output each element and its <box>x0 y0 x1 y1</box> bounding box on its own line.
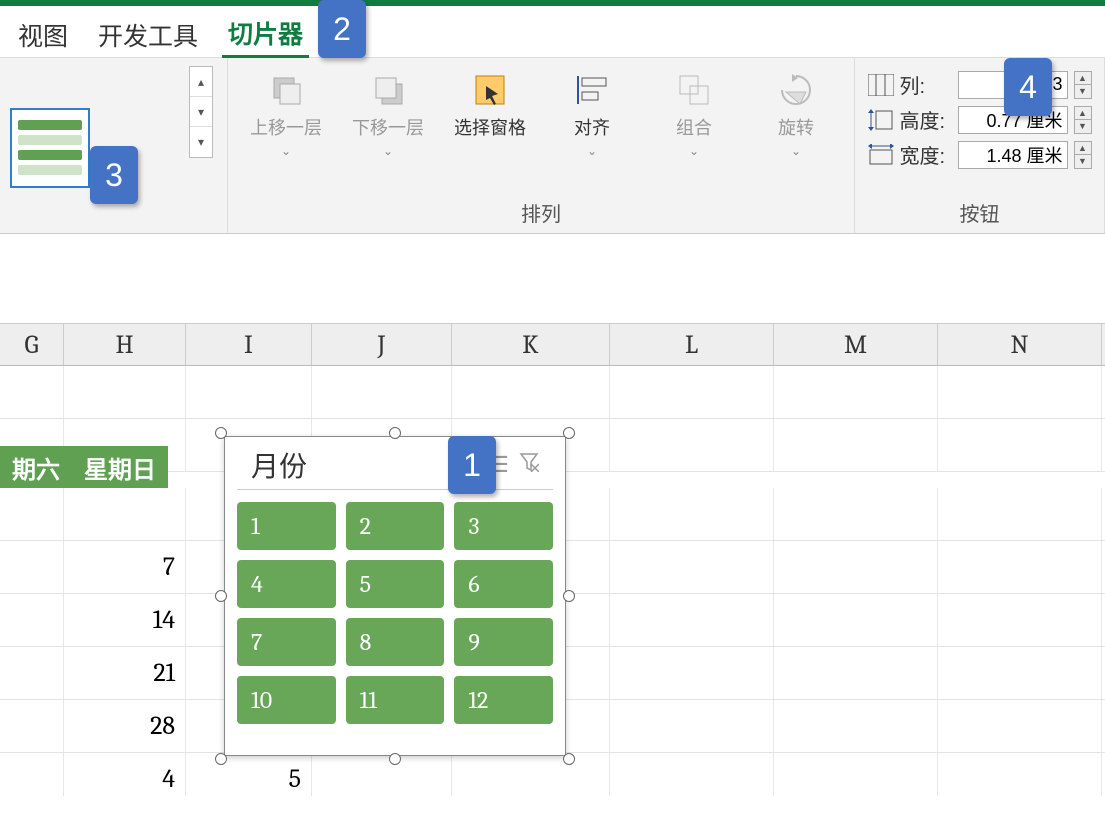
columns-icon <box>868 74 894 96</box>
annotation-callout-3: 3 <box>90 146 138 204</box>
styles-scroll-up[interactable]: ▴ <box>190 67 212 97</box>
month-slicer[interactable]: 月份 ☰ 1 2 3 4 5 6 7 8 9 10 11 12 <box>224 436 566 756</box>
send-backward-label: 下移一层 <box>352 114 424 140</box>
slicer-style-thumbnail[interactable] <box>10 108 90 188</box>
selection-pane-icon <box>470 70 510 110</box>
tab-view[interactable]: 视图 <box>12 13 74 57</box>
slicer-item-9[interactable]: 9 <box>454 618 553 666</box>
col-header-j[interactable]: J <box>312 324 452 365</box>
cell-h-r5[interactable]: 28 <box>64 700 186 752</box>
slicer-item-2[interactable]: 2 <box>346 502 445 550</box>
cell-h-r3[interactable]: 14 <box>64 594 186 646</box>
cell-h-r4[interactable]: 21 <box>64 647 186 699</box>
rotate-icon <box>776 70 816 110</box>
chevron-down-icon: ⌄ <box>689 144 699 158</box>
styles-scroll: ▴ ▾ ▾ <box>189 66 213 158</box>
ribbon-tabs: 视图 开发工具 切片器 <box>0 6 1105 58</box>
weekday-sat: 期六 <box>0 450 72 485</box>
slicer-header: 月份 ☰ <box>237 437 553 490</box>
col-header-i[interactable]: I <box>186 324 312 365</box>
align-label: 对齐 <box>574 114 610 140</box>
send-backward-button: 下移一层 ⌄ <box>348 70 428 158</box>
bring-forward-button: 上移一层 ⌄ <box>246 70 326 158</box>
button-group-label: 按钮 <box>960 194 1000 229</box>
chevron-down-icon: ⌄ <box>281 144 291 158</box>
width-spinner[interactable]: ▲▼ <box>1074 141 1092 169</box>
chevron-down-icon: ⌄ <box>383 144 393 158</box>
slicer-item-3[interactable]: 3 <box>454 502 553 550</box>
height-label: 高度: <box>900 105 952 134</box>
slicer-item-1[interactable]: 1 <box>237 502 336 550</box>
width-input[interactable] <box>958 141 1068 169</box>
width-label: 宽度: <box>900 140 952 169</box>
rotate-button: 旋转 ⌄ <box>756 70 836 158</box>
selection-pane-button[interactable]: 选择窗格 <box>450 70 530 158</box>
chevron-down-icon: ⌄ <box>587 144 597 158</box>
formula-bar-area <box>0 234 1105 324</box>
slicer-title: 月份 <box>251 445 307 485</box>
slicer-item-5[interactable]: 5 <box>346 560 445 608</box>
annotation-callout-4: 4 <box>1004 58 1052 116</box>
col-header-n[interactable]: N <box>938 324 1102 365</box>
selection-pane-label: 选择窗格 <box>454 114 526 140</box>
spreadsheet-grid[interactable]: 1 78 1415 2122 2829 45 期六 星期日 月份 ☰ <box>0 366 1105 796</box>
annotation-callout-1: 1 <box>448 436 496 494</box>
group-icon <box>674 70 714 110</box>
send-backward-icon <box>368 70 408 110</box>
weekday-header: 期六 星期日 <box>0 446 168 488</box>
slicer-item-6[interactable]: 6 <box>454 560 553 608</box>
rotate-label: 旋转 <box>778 114 814 140</box>
arrange-group: 上移一层 ⌄ 下移一层 ⌄ 选择窗格 对齐 ⌄ <box>228 58 855 233</box>
bring-forward-label: 上移一层 <box>250 114 322 140</box>
annotation-callout-2: 2 <box>318 0 366 58</box>
height-row: 高度: ▲▼ <box>868 105 1092 134</box>
col-header-m[interactable]: M <box>774 324 938 365</box>
clear-filter-icon[interactable] <box>519 452 539 478</box>
group-button: 组合 ⌄ <box>654 70 734 158</box>
width-icon <box>868 144 894 166</box>
slicer-item-4[interactable]: 4 <box>237 560 336 608</box>
bring-forward-icon <box>266 70 306 110</box>
columns-row: 列: ▲▼ <box>868 70 1092 99</box>
col-header-h[interactable]: H <box>64 324 186 365</box>
styles-scroll-down[interactable]: ▾ <box>190 97 212 127</box>
column-headers: G H I J K L M N <box>0 324 1105 366</box>
cell-h-r2[interactable]: 7 <box>64 541 186 593</box>
tab-developer[interactable]: 开发工具 <box>92 13 204 57</box>
arrange-group-label: 排列 <box>521 194 561 229</box>
styles-expand[interactable]: ▾ <box>190 127 212 157</box>
ribbon: ▴ ▾ ▾ 上移一层 ⌄ 下移一层 ⌄ <box>0 58 1105 234</box>
columns-label: 列: <box>900 70 952 99</box>
slicer-item-7[interactable]: 7 <box>237 618 336 666</box>
chevron-down-icon: ⌄ <box>791 144 801 158</box>
cell-h-r1[interactable] <box>64 488 186 540</box>
cell-i-r6[interactable]: 5 <box>186 753 312 796</box>
columns-spinner[interactable]: ▲▼ <box>1074 71 1092 99</box>
width-row: 宽度: ▲▼ <box>868 140 1092 169</box>
align-icon <box>572 70 612 110</box>
col-header-g[interactable]: G <box>0 324 64 365</box>
align-button[interactable]: 对齐 ⌄ <box>552 70 632 158</box>
group-label-text: 组合 <box>676 114 712 140</box>
height-spinner[interactable]: ▲▼ <box>1074 106 1092 134</box>
weekday-sun: 星期日 <box>72 450 168 485</box>
cell-h-r6[interactable]: 4 <box>64 753 186 796</box>
button-size-group: 列: ▲▼ 高度: ▲▼ 宽度: ▲▼ 按钮 <box>855 58 1105 233</box>
slicer-body: 1 2 3 4 5 6 7 8 9 10 11 12 <box>225 490 565 736</box>
slicer-item-12[interactable]: 12 <box>454 676 553 724</box>
height-icon <box>868 109 894 131</box>
slicer-item-10[interactable]: 10 <box>237 676 336 724</box>
slicer-item-8[interactable]: 8 <box>346 618 445 666</box>
slicer-item-11[interactable]: 11 <box>346 676 445 724</box>
col-header-l[interactable]: L <box>610 324 774 365</box>
tab-slicer[interactable]: 切片器 <box>222 11 309 58</box>
col-header-k[interactable]: K <box>452 324 610 365</box>
